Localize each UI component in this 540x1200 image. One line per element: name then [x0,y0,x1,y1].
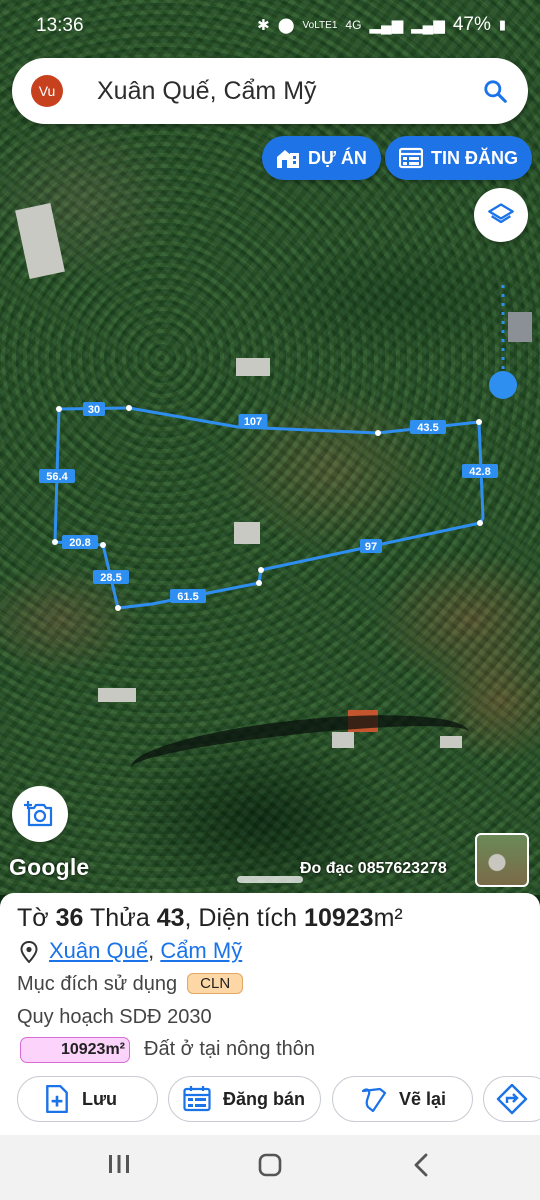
post-sale-label: Đăng bán [223,1088,306,1109]
svg-text:61.5: 61.5 [177,591,198,603]
parcel-area: 10923 [304,904,374,932]
redraw-button[interactable]: Vẽ lại [332,1076,473,1122]
avatar[interactable]: Vu [31,75,63,107]
location-pin-icon [20,941,38,963]
calendar-icon [183,1086,211,1112]
parcel-title: Tờ 36 Thửa 43, Diện tích 10923m² [17,904,403,932]
post-sale-button[interactable]: Đăng bán [168,1076,321,1122]
projects-button[interactable]: DỰ ÁN [262,136,381,180]
layers-icon [488,203,514,224]
land-use-label: Mục đích sử dụng [17,973,178,995]
current-location-dot [489,371,517,399]
svg-text:30: 30 [88,404,100,416]
search-icon[interactable] [482,78,508,104]
back-icon[interactable] [412,1153,430,1177]
google-logo: Google [9,854,90,880]
signal2-icon: ▂▄▆ [411,17,445,34]
listings-button[interactable]: TIN ĐĂNG [385,136,532,180]
building-icon [277,150,299,168]
svg-text:28.5: 28.5 [100,572,121,584]
home-icon[interactable] [258,1153,282,1177]
svg-text:43.5: 43.5 [417,422,438,434]
system-nav-bar [0,1135,540,1200]
listing-icon [399,147,423,169]
district-link[interactable]: Cẩm Mỹ [160,938,242,963]
status-time: 13:36 [36,15,84,36]
edge-length-label: 43.5 [410,420,446,434]
search-bar[interactable]: Vu Xuân Quế, Cẩm Mỹ [12,58,528,124]
redraw-icon [361,1087,387,1113]
location-icon: ⬤ [277,17,295,34]
land-use-badge: CLN [187,973,244,994]
svg-text:107: 107 [244,416,262,428]
streetview-thumbnail[interactable] [475,833,529,887]
svg-text:97: 97 [365,541,377,553]
satellite-map[interactable]: 30 107 43.5 42.8 97 61.5 28.5 20.8 56.4 [0,0,540,895]
battery-level: 47% [452,14,491,35]
projects-label: DỰ ÁN [308,147,367,168]
svg-text:56.4: 56.4 [46,471,68,483]
layers-button[interactable] [474,188,528,242]
save-label: Lưu [82,1088,118,1109]
planning-area-chip: 10923m² [20,1037,130,1063]
save-icon [46,1085,68,1113]
add-photo-icon [24,801,53,827]
parcel-boundary: 30 107 43.5 42.8 97 61.5 28.5 20.8 56.4 [39,285,517,611]
bluetooth-icon: ✱ [257,17,270,34]
edge-length-label: 42.8 [462,464,498,478]
battery-icon: ▮ [498,17,506,32]
svg-text:20.8: 20.8 [69,537,90,549]
directions-icon [496,1083,528,1115]
sheet-drag-handle[interactable] [237,876,303,883]
search-query[interactable]: Xuân Quế, Cẩm Mỹ [97,77,317,106]
edge-length-label: 28.5 [93,570,129,584]
network-label: 4G [345,18,362,32]
map-credit: Đo đạc 0857623278 [300,860,447,877]
edge-length-label: 107 [238,414,268,428]
edge-length-label: 61.5 [170,589,206,603]
edge-length-label: 20.8 [62,535,98,549]
sheet-number: 36 [55,904,84,932]
add-photo-button[interactable] [12,786,68,842]
save-button[interactable]: Lưu [17,1076,158,1122]
edge-length-label: 97 [360,539,382,553]
land-use-row: Mục đích sử dụng CLN [17,973,244,996]
edge-length-label: 56.4 [39,469,75,483]
planning-label: Quy hoạch SDĐ 2030 [17,1006,212,1028]
planning-description: Đất ở tại nông thôn [144,1038,316,1060]
listings-label: TIN ĐĂNG [431,147,518,168]
signal-icon: ▂▄▆ [369,17,404,34]
volte-label: VoLTE1 [302,19,338,31]
recent-apps-icon[interactable] [107,1153,131,1175]
parcel-number: 43 [156,904,185,932]
commune-link[interactable]: Xuân Quế [49,938,148,963]
edge-length-label: 30 [83,402,105,416]
redraw-label: Vẽ lại [399,1088,447,1109]
svg-text:42.8: 42.8 [469,466,490,478]
status-bar: 13:36 ✱ ⬤ VoLTE1 4G ▂▄▆ ▂▄▆ 47% ▮ [0,0,540,50]
directions-button[interactable] [483,1076,540,1122]
